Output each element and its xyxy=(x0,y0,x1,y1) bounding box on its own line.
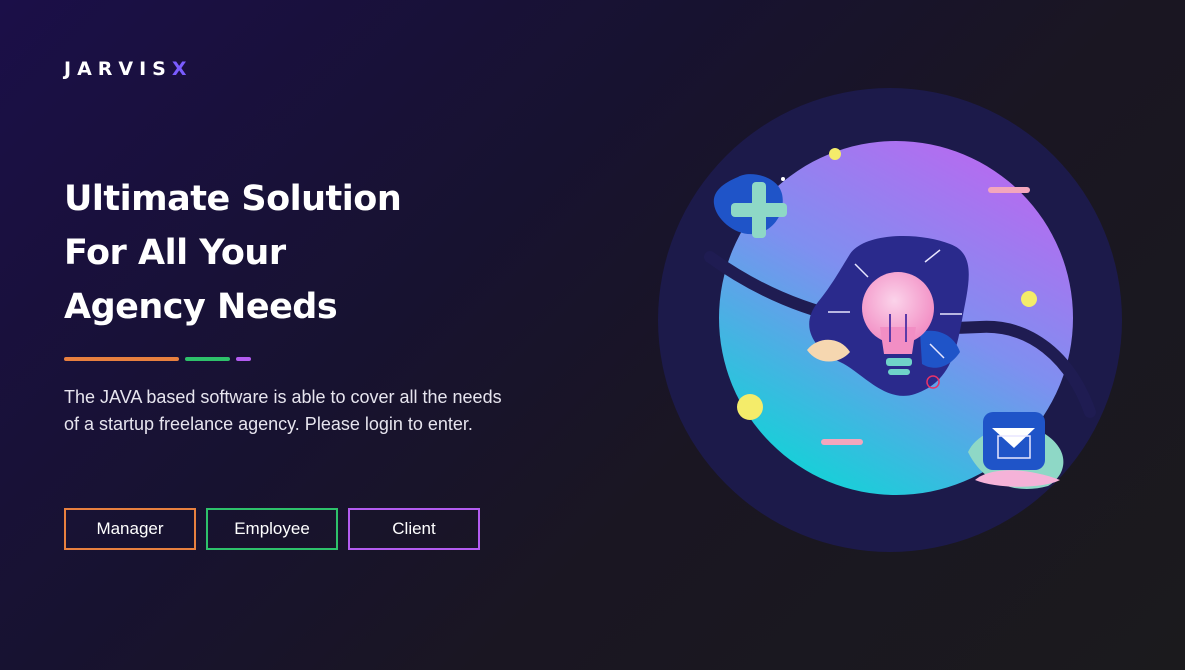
brand-logo: JARVISX xyxy=(64,58,193,80)
accent-bar-green xyxy=(185,357,230,361)
yellow-dot xyxy=(737,394,763,420)
yellow-dot xyxy=(1021,291,1037,307)
headline-line-1: Ultimate Solution xyxy=(64,179,402,219)
brand-name: JARVIS xyxy=(64,58,172,80)
accent-bar-orange xyxy=(64,357,179,361)
pink-dash xyxy=(988,187,1030,193)
brand-suffix: X xyxy=(171,58,193,80)
accent-bar-purple xyxy=(236,357,251,361)
pink-dash xyxy=(821,439,863,445)
employee-login-button[interactable]: Employee xyxy=(206,508,338,550)
hero-illustration xyxy=(658,88,1122,552)
hero-headline: Ultimate Solution For All Your Agency Ne… xyxy=(64,172,544,334)
yellow-dot xyxy=(829,148,841,160)
headline-line-2: For All Your xyxy=(64,233,286,273)
client-login-button[interactable]: Client xyxy=(348,508,480,550)
hero-description: The JAVA based software is able to cover… xyxy=(64,387,502,434)
headline-line-3: Agency Needs xyxy=(64,287,338,327)
manager-login-button[interactable]: Manager xyxy=(64,508,196,550)
